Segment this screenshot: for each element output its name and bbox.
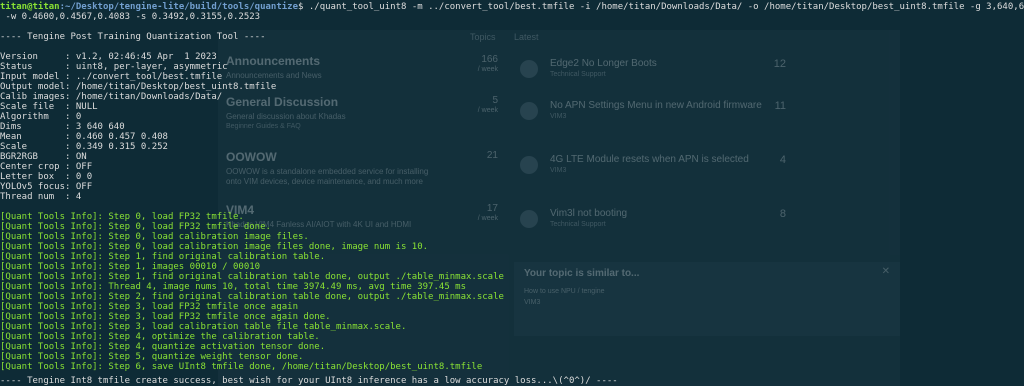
config-line: Scale : 0.349 0.315 0.252	[0, 142, 168, 152]
config-line: Thread num : 4	[0, 192, 82, 202]
command-line: titan@titan:~/Desktop/tengine-lite/build…	[0, 2, 1024, 12]
command-text: ./quant_tool_uint8 -m ../convert_tool/be…	[303, 2, 1024, 12]
log-line: [Quant Tools Info]: Step 1, find origina…	[0, 252, 326, 262]
command-continuation: -w 0.4600,0.4567,0.4083 -s 0.3492,0.3155…	[0, 12, 261, 22]
config-line: Input model : ../convert_tool/best.tmfil…	[0, 72, 223, 82]
prompt-user: titan@titan	[0, 2, 60, 12]
log-line: [Quant Tools Info]: Step 0, load FP32 tm…	[0, 222, 271, 232]
log-line: [Quant Tools Info]: Step 3, load FP32 tm…	[0, 302, 299, 312]
config-line: Dims : 3 640 640	[0, 122, 125, 132]
log-line: [Quant Tools Info]: Step 3, load calibra…	[0, 322, 407, 332]
final-status-line: ---- Tengine Int8 tmfile create success,…	[0, 376, 618, 386]
log-line: [Quant Tools Info]: Step 0, load calibra…	[0, 232, 309, 242]
tool-banner: ---- Tengine Post Training Quantization …	[0, 32, 266, 42]
log-line: [Quant Tools Info]: Step 5, quantize wei…	[0, 352, 304, 362]
config-line: YOLOv5 focus: OFF	[0, 182, 93, 192]
log-line: [Quant Tools Info]: Thread 4, image nums…	[0, 282, 466, 292]
log-line: [Quant Tools Info]: Step 4, quantize act…	[0, 342, 326, 352]
config-line: Mean : 0.460 0.457 0.408	[0, 132, 168, 142]
log-line: [Quant Tools Info]: Step 1, find origina…	[0, 272, 504, 282]
log-line: [Quant Tools Info]: Step 0, load FP32 tm…	[0, 212, 244, 222]
log-line: [Quant Tools Info]: Step 1, images 00010…	[0, 262, 261, 272]
config-line: Center crop : OFF	[0, 162, 93, 172]
config-line: Scale file : NULL	[0, 102, 98, 112]
terminal-window[interactable]: titan@titan:~/Desktop/tengine-lite/build…	[0, 0, 1024, 386]
config-line: Calib images: /home/titan/Downloads/Data…	[0, 92, 223, 102]
log-line: [Quant Tools Info]: Step 4, optimize the…	[0, 332, 320, 342]
config-line: Algorithm : 0	[0, 112, 82, 122]
log-line: [Quant Tools Info]: Step 2, find origina…	[0, 292, 504, 302]
config-line: Letter box : 0 0	[0, 172, 93, 182]
config-line: Version : v1.2, 02:46:45 Apr 1 2023	[0, 52, 217, 62]
log-line: [Quant Tools Info]: Step 3, load FP32 tm…	[0, 312, 331, 322]
log-line: [Quant Tools Info]: Step 0, load calibra…	[0, 242, 429, 252]
config-line: BGR2RGB : ON	[0, 152, 87, 162]
log-line: [Quant Tools Info]: Step 6, save UInt8 t…	[0, 362, 483, 372]
config-line: Output model: /home/titan/Desktop/best_u…	[0, 82, 277, 92]
prompt-path: :~/Desktop/tengine-lite/build/tools/quan…	[59, 2, 299, 12]
config-line: Status : uint8, per-layer, asymmetric	[0, 62, 228, 72]
